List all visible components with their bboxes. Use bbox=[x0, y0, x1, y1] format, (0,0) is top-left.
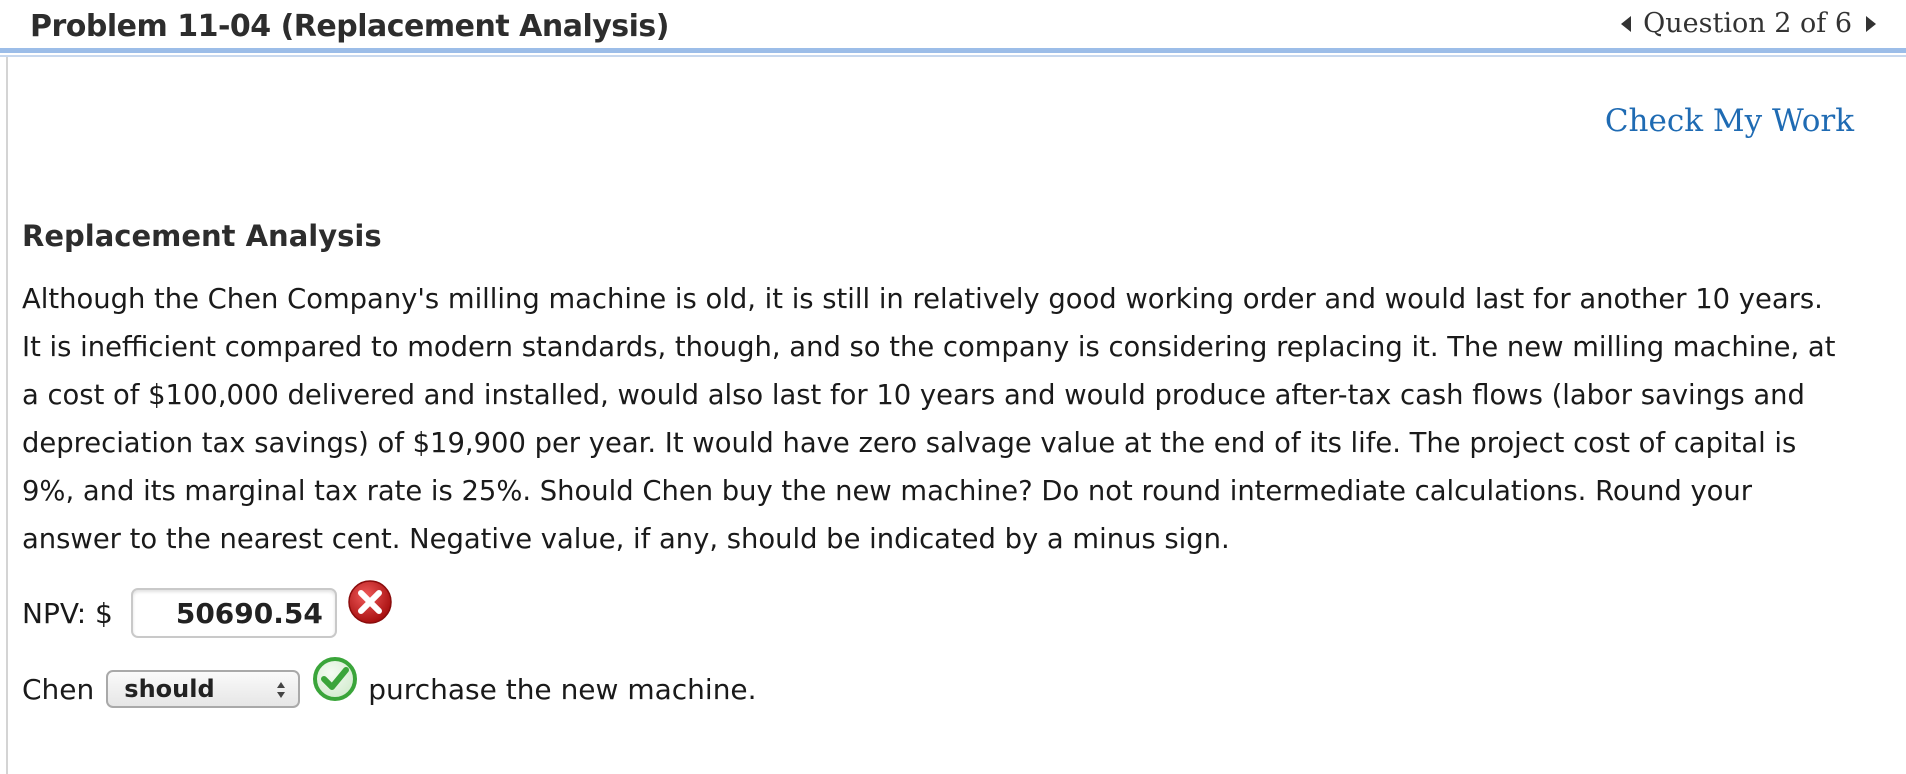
problem-text: Although the Chen Company's milling mach… bbox=[22, 276, 1896, 564]
npv-row: NPV: $ bbox=[22, 580, 393, 641]
problem-line: a cost of $100,000 delivered and install… bbox=[22, 380, 1805, 411]
npv-input[interactable] bbox=[130, 588, 337, 638]
section-title: Replacement Analysis bbox=[22, 219, 382, 253]
problem-title: Problem 11-04 (Replacement Analysis) bbox=[30, 9, 670, 44]
header-divider bbox=[0, 48, 1906, 53]
problem-line: 9%, and its marginal tax rate is 25%. Sh… bbox=[22, 476, 1753, 507]
decision-prefix: Chen bbox=[22, 672, 95, 706]
check-my-work-link[interactable]: Check My Work bbox=[1605, 103, 1854, 139]
page: Problem 11-04 (Replacement Analysis) Que… bbox=[0, 0, 1906, 774]
problem-line: Although the Chen Company's milling mach… bbox=[22, 284, 1823, 315]
dropdown-selected-value: should bbox=[124, 675, 215, 703]
triangle-right-icon[interactable] bbox=[1866, 15, 1876, 32]
problem-line: depreciation tax savings) of $19,900 per… bbox=[22, 428, 1797, 459]
correct-check-icon bbox=[313, 657, 358, 701]
decision-suffix: purchase the new machine. bbox=[368, 672, 757, 706]
header: Problem 11-04 (Replacement Analysis) Que… bbox=[0, 0, 1906, 48]
decision-row: Chen should purchase the new machine. bbox=[22, 657, 757, 717]
should-dropdown[interactable]: should bbox=[106, 670, 301, 708]
question-counter: Question 2 of 6 bbox=[1643, 8, 1852, 39]
npv-label: NPV: $ bbox=[22, 596, 113, 630]
triangle-left-icon[interactable] bbox=[1621, 15, 1632, 32]
question-navigation: Question 2 of 6 bbox=[1621, 8, 1876, 39]
problem-line: It is inefficient compared to modern sta… bbox=[22, 332, 1836, 363]
updown-arrows-icon bbox=[277, 682, 286, 698]
incorrect-x-icon bbox=[348, 580, 392, 624]
problem-line: answer to the nearest cent. Negative val… bbox=[22, 524, 1230, 555]
